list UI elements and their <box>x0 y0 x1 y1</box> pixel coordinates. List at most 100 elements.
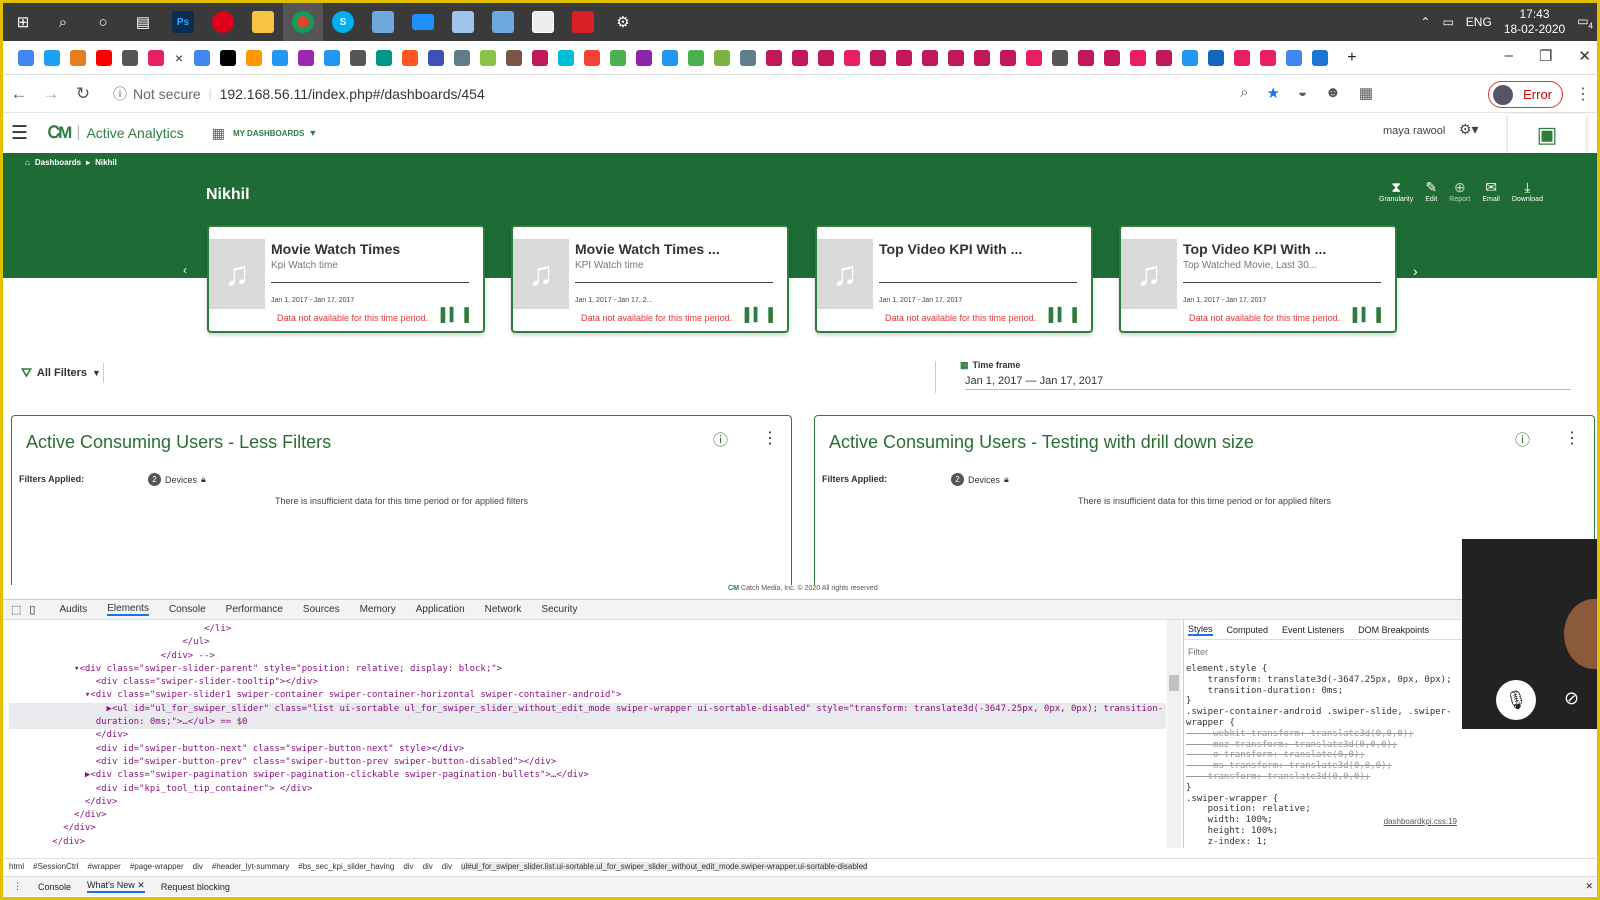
info-icon[interactable]: ⓘ <box>713 429 728 450</box>
photos-icon[interactable] <box>523 3 563 41</box>
battery-icon[interactable]: ▭ <box>1442 15 1453 29</box>
tab-styles[interactable]: Styles <box>1188 624 1213 636</box>
tab-favicon[interactable] <box>70 49 86 66</box>
dom-breadcrumb-item[interactable]: div <box>442 862 452 871</box>
tab-favicon[interactable] <box>44 49 60 66</box>
tab-favicon[interactable] <box>428 49 445 66</box>
virtualbox-icon[interactable] <box>363 3 403 41</box>
info-icon[interactable]: ⓘ <box>113 84 127 104</box>
dom-breadcrumb-item[interactable]: ul#ul_for_swiper_slider.list.ui-sortable… <box>461 862 868 871</box>
breadcrumb-dashboards[interactable]: Dashboards <box>35 158 81 167</box>
dom-breadcrumb-item[interactable]: #wrapper <box>87 862 120 871</box>
css-line[interactable]: z-index: 1; <box>1186 837 1463 848</box>
dom-node-line[interactable]: <div id="kpi_tool_tip_container"> </div> <box>9 783 1166 796</box>
dom-breadcrumb-item[interactable]: #bs_sec_kpi_slider_having <box>298 862 394 871</box>
tab-favicon[interactable] <box>1000 49 1017 66</box>
dom-node-line[interactable]: </div> <box>9 822 1166 835</box>
css-line[interactable]: height: 100%; <box>1186 826 1463 837</box>
tab-favicon[interactable] <box>610 49 627 66</box>
photoshop-icon[interactable]: Ps <box>163 3 203 41</box>
tab-favicon[interactable] <box>1052 49 1069 66</box>
dom-node-line[interactable]: <div id="swiper-button-next" class="swip… <box>9 743 1166 756</box>
tab-favicon[interactable] <box>584 49 601 66</box>
tab-favicon[interactable] <box>454 49 471 66</box>
camera-off-icon[interactable]: ⊘ <box>1564 688 1579 709</box>
tab-dom-breakpoints[interactable]: DOM Breakpoints <box>1358 625 1429 635</box>
bar-chart-icon[interactable]: ▌▍▐ <box>441 307 469 323</box>
dom-node-line[interactable]: </div> <box>9 836 1166 849</box>
skype-icon[interactable]: S <box>323 3 363 41</box>
tab-favicon[interactable] <box>220 49 237 66</box>
css-line[interactable]: -o-transform: translate(0,0); <box>1186 750 1463 761</box>
tab-event-listeners[interactable]: Event Listeners <box>1282 625 1344 635</box>
tab-favicon[interactable] <box>688 49 705 66</box>
tab-favicon[interactable] <box>1156 49 1173 66</box>
tab-favicon[interactable] <box>636 49 653 66</box>
tab-favicon[interactable] <box>974 49 991 66</box>
dom-node-line[interactable]: duration: 0ms;">…</ul> == $0 <box>9 716 1166 730</box>
tab-favicon[interactable] <box>298 49 315 66</box>
css-line[interactable]: position: relative; <box>1186 804 1463 815</box>
bar-chart-icon[interactable]: ▌▍▐ <box>745 307 773 323</box>
user-name[interactable]: maya rawool <box>1383 125 1445 137</box>
dom-node-line[interactable]: </div> <box>9 729 1166 742</box>
dom-breadcrumb-item[interactable]: #SessionCtrl <box>33 862 78 871</box>
report-button[interactable]: ⊕ Report <box>1449 179 1470 203</box>
tab-favicon[interactable] <box>1130 49 1147 66</box>
tab-favicon[interactable] <box>922 49 939 66</box>
dom-breadcrumb-item[interactable]: html <box>9 862 24 871</box>
css-line[interactable]: transform: translate3d(0,0,0); <box>1186 772 1463 783</box>
css-line[interactable]: transform: translate3d(-3647.25px, 0px, … <box>1186 675 1463 686</box>
drawer-tab-console[interactable]: Console <box>38 882 71 892</box>
drawer-tab-request-blocking[interactable]: Request blocking <box>161 882 230 892</box>
kebab-menu-icon[interactable]: ⋮ <box>1564 428 1580 448</box>
tab-favicon[interactable] <box>1234 49 1251 66</box>
close-icon[interactable]: ✕ <box>137 880 145 890</box>
slider-next-icon[interactable]: › <box>1413 263 1418 279</box>
user-settings-icon[interactable]: ⚙▾ <box>1459 121 1479 138</box>
time-frame-picker[interactable]: Jan 1, 2017 — Jan 17, 2017 <box>965 375 1571 390</box>
tab-favicon[interactable] <box>818 49 835 66</box>
video-player-icon[interactable]: ▣ <box>1508 114 1586 158</box>
dom-breadcrumb-item[interactable]: div <box>193 862 203 871</box>
tab-favicon[interactable] <box>350 49 367 66</box>
tab-memory[interactable]: Memory <box>360 604 396 615</box>
dom-node-line[interactable]: ▶<div class="swiper-pagination swiper-pa… <box>9 769 1166 782</box>
close-drawer-icon[interactable]: ✕ <box>1585 881 1593 892</box>
tab-favicon[interactable] <box>1104 49 1121 66</box>
minimize-icon[interactable]: – <box>1505 47 1513 65</box>
drawer-tab-whats-new[interactable]: What's New ✕ <box>87 880 145 893</box>
granularity-button[interactable]: ⧗ Granularity <box>1379 179 1413 203</box>
tab-favicon[interactable] <box>122 49 138 66</box>
tab-favicon[interactable] <box>96 49 112 66</box>
inspect-icon[interactable]: ⬚ <box>11 603 21 616</box>
download-button[interactable]: ⤓ Download <box>1512 179 1543 203</box>
tab-favicon[interactable] <box>792 49 809 66</box>
kpi-card[interactable]: ♫ Movie Watch Times ... KPI Watch time J… <box>511 225 789 333</box>
info-icon[interactable]: ⓘ <box>1515 429 1530 450</box>
tab-favicon[interactable] <box>1312 49 1329 66</box>
chrome-icon[interactable] <box>283 3 323 41</box>
tab-sources[interactable]: Sources <box>303 604 340 615</box>
zoom-icon[interactable]: ⌕ <box>1240 84 1248 102</box>
back-icon[interactable]: ← <box>3 84 35 104</box>
bar-chart-icon[interactable]: ▌▍▐ <box>1049 307 1077 323</box>
extensions-icon[interactable]: ▦ <box>1359 84 1373 102</box>
tab-favicon[interactable] <box>1286 49 1303 66</box>
dom-breadcrumb-item[interactable]: #page-wrapper <box>130 862 184 871</box>
emoji-extension-icon[interactable]: ☻ <box>1325 84 1341 102</box>
dom-node-line[interactable]: ▾<div class="swiper-slider1 swiper-conta… <box>9 689 1166 702</box>
slider-prev-icon[interactable]: ‹ <box>183 263 187 277</box>
dom-breadcrumb-item[interactable]: div <box>423 862 433 871</box>
microphone-icon[interactable]: 🎙︎ <box>1496 680 1536 720</box>
all-filters-button[interactable]: ⛛ All Filters ▼ <box>21 365 101 381</box>
language-indicator[interactable]: ENG <box>1466 15 1492 29</box>
kpi-card[interactable]: ♫ Top Video KPI With ... Jan 1, 2017 - J… <box>815 225 1093 333</box>
chevron-down-icon[interactable]: ▼ <box>308 128 317 138</box>
tab-favicon[interactable] <box>844 49 861 66</box>
elements-tree[interactable]: </li> </ul> </div> --> ▾<div class="swip… <box>3 623 1166 855</box>
clock[interactable]: 17:43 18-02-2020 <box>1504 7 1565 37</box>
cortana-icon[interactable]: ○ <box>83 3 123 41</box>
css-source-link[interactable]: dashboardkpi.css:19 <box>1384 817 1457 826</box>
dom-node-line[interactable]: </div> <box>9 796 1166 809</box>
